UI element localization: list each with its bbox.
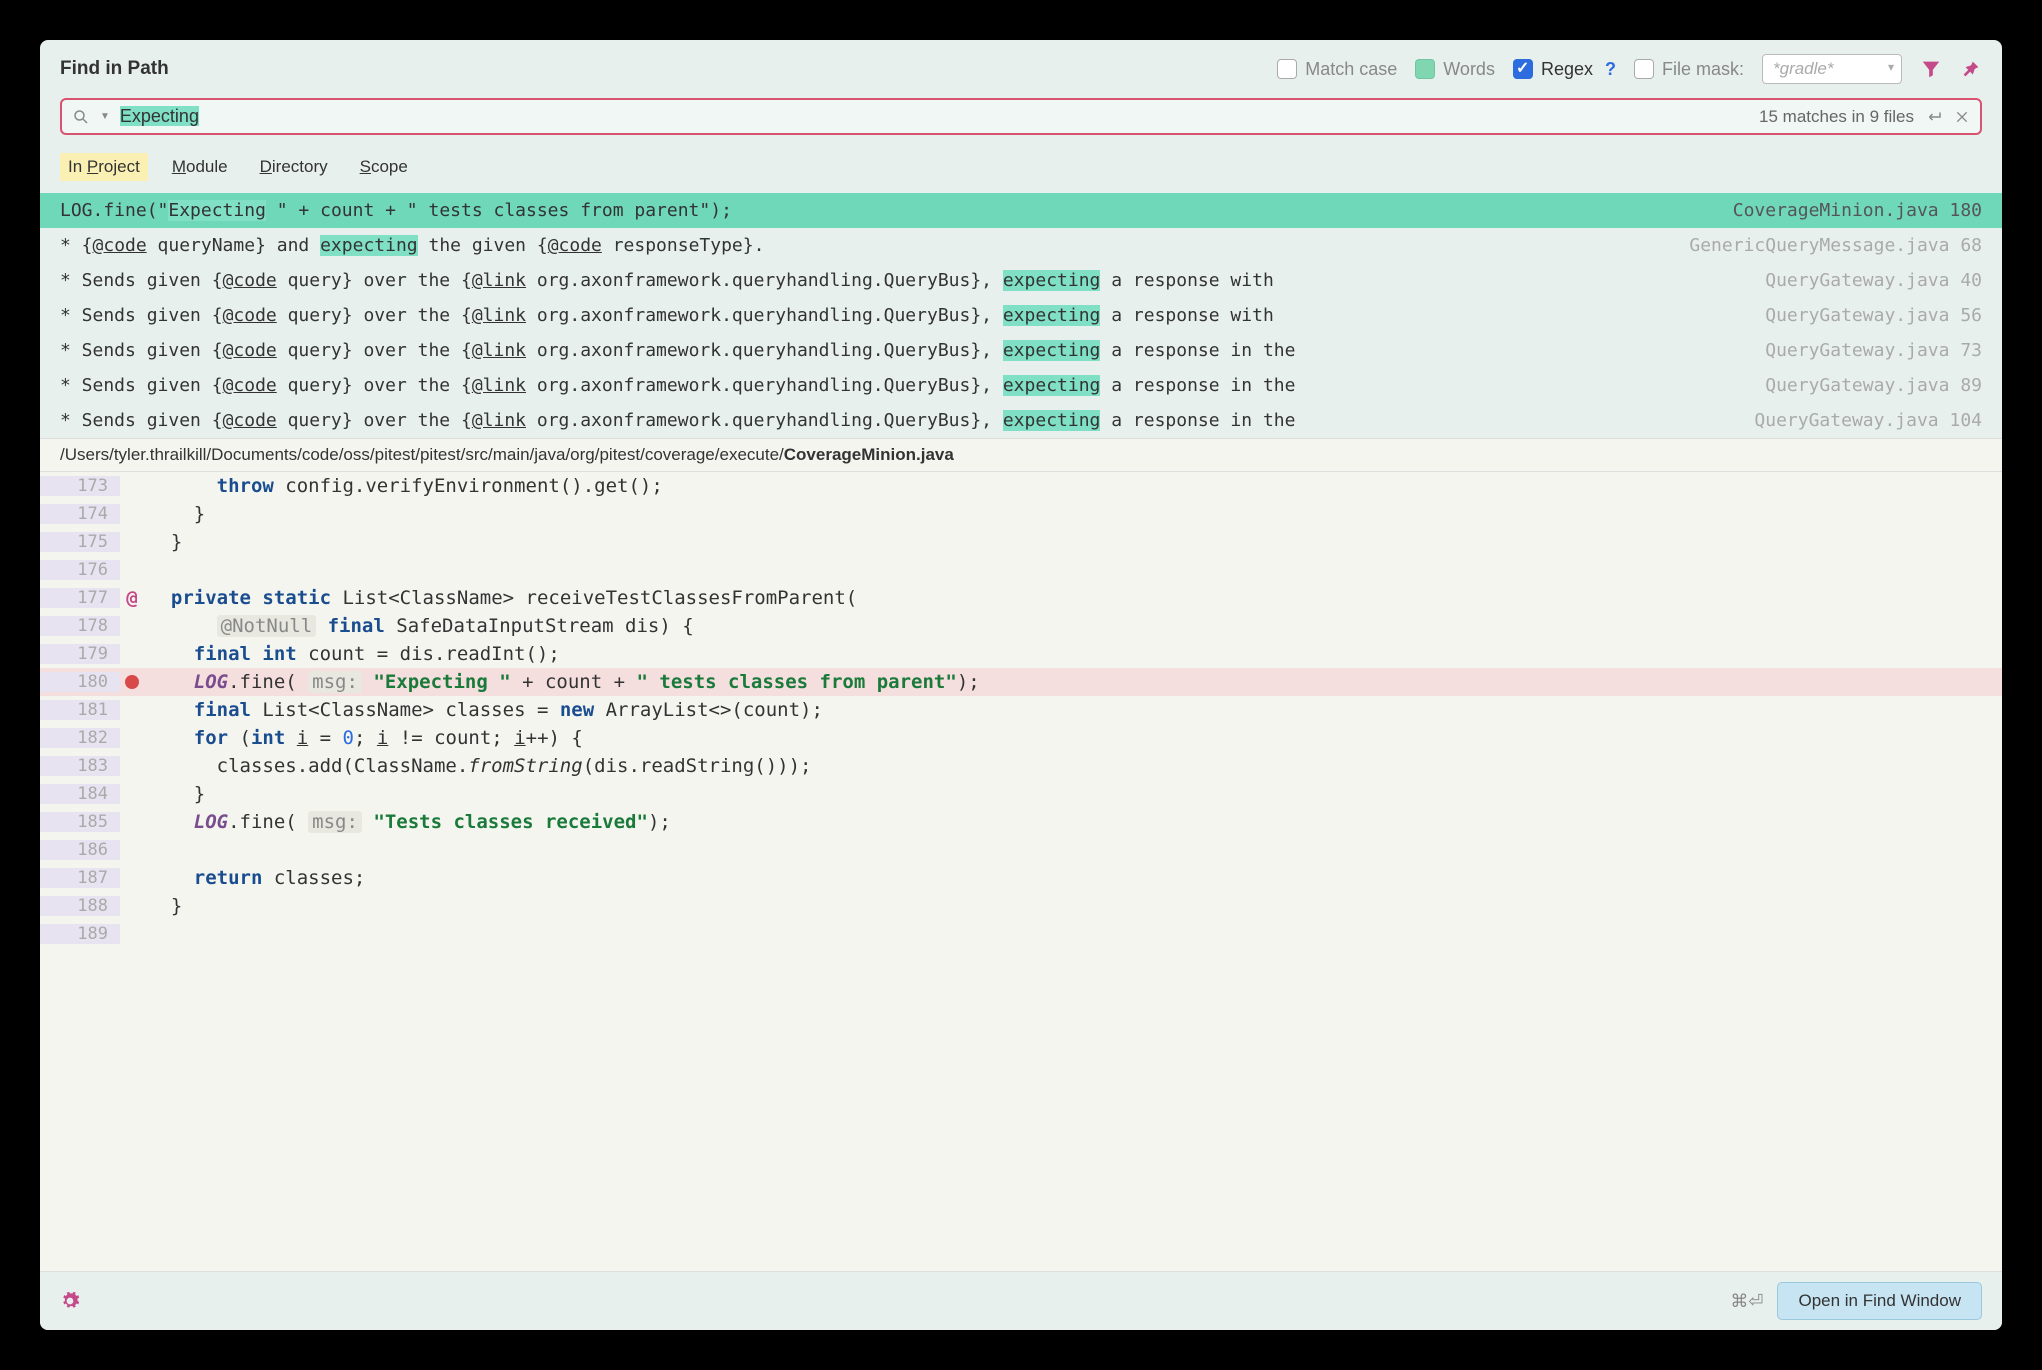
line-number: 174 bbox=[40, 504, 120, 524]
open-in-find-window-button[interactable]: Open in Find Window bbox=[1777, 1282, 1982, 1320]
code-preview[interactable]: 173 throw config.verifyEnvironment().get… bbox=[40, 472, 2002, 1271]
results-list: LOG.fine("Expecting " + count + " tests … bbox=[40, 193, 2002, 438]
line-number: 175 bbox=[40, 532, 120, 552]
file-mask-checkbox[interactable] bbox=[1634, 59, 1654, 79]
breakpoint-icon[interactable] bbox=[120, 675, 144, 689]
regex-help-icon[interactable]: ? bbox=[1605, 59, 1616, 80]
filter-icon[interactable] bbox=[1920, 58, 1942, 80]
scope-tabs: In Project Module Directory Scope bbox=[40, 145, 2002, 193]
tab-directory[interactable]: Directory bbox=[252, 153, 336, 181]
match-case-label: Match case bbox=[1305, 59, 1397, 80]
pin-icon[interactable] bbox=[1960, 58, 1982, 80]
words-option[interactable]: Words bbox=[1415, 59, 1495, 80]
tab-scope[interactable]: Scope bbox=[352, 153, 416, 181]
result-row[interactable]: * {@code queryName} and expecting the gi… bbox=[40, 228, 2002, 263]
search-field-row: ▼ Expecting 15 matches in 9 files bbox=[60, 98, 1982, 135]
result-row[interactable]: * Sends given {@code query} over the {@l… bbox=[40, 298, 2002, 333]
match-case-option[interactable]: Match case bbox=[1277, 59, 1397, 80]
line-number: 181 bbox=[40, 700, 120, 720]
settings-icon[interactable] bbox=[60, 1291, 80, 1311]
line-number: 188 bbox=[40, 896, 120, 916]
result-row[interactable]: LOG.fine("Expecting " + count + " tests … bbox=[40, 193, 2002, 228]
line-number: 177 bbox=[40, 588, 120, 608]
words-checkbox[interactable] bbox=[1415, 59, 1435, 79]
preview-file-path: /Users/tyler.thrailkill/Documents/code/o… bbox=[40, 438, 2002, 472]
file-mask-dropdown[interactable] bbox=[1762, 54, 1902, 84]
clear-icon[interactable] bbox=[1954, 109, 1970, 125]
file-mask-label: File mask: bbox=[1662, 59, 1744, 80]
result-row[interactable]: * Sends given {@code query} over the {@l… bbox=[40, 333, 2002, 368]
line-number: 187 bbox=[40, 868, 120, 888]
tab-in-project[interactable]: In Project bbox=[60, 153, 148, 181]
line-number: 180 bbox=[40, 672, 120, 692]
result-row[interactable]: * Sends given {@code query} over the {@l… bbox=[40, 368, 2002, 403]
tab-module[interactable]: Module bbox=[164, 153, 236, 181]
dialog-footer: ⌘⏎ Open in Find Window bbox=[40, 1271, 2002, 1330]
result-row[interactable]: * Sends given {@code query} over the {@l… bbox=[40, 403, 2002, 438]
regex-label: Regex bbox=[1541, 59, 1593, 80]
line-number: 179 bbox=[40, 644, 120, 664]
line-number: 185 bbox=[40, 812, 120, 832]
line-number: 178 bbox=[40, 616, 120, 636]
match-case-checkbox[interactable] bbox=[1277, 59, 1297, 79]
search-dropdown-icon[interactable]: ▼ bbox=[100, 111, 110, 122]
regex-option[interactable]: Regex ? bbox=[1513, 59, 1616, 80]
shortcut-hint: ⌘⏎ bbox=[1730, 1291, 1763, 1312]
line-number: 184 bbox=[40, 784, 120, 804]
new-line-icon[interactable] bbox=[1924, 108, 1944, 126]
line-number: 182 bbox=[40, 728, 120, 748]
line-number: 176 bbox=[40, 560, 120, 580]
dialog-title: Find in Path bbox=[60, 58, 1259, 80]
line-number: 189 bbox=[40, 924, 120, 944]
line-number: 186 bbox=[40, 840, 120, 860]
file-mask-option[interactable]: File mask: bbox=[1634, 59, 1744, 80]
words-label: Words bbox=[1443, 59, 1495, 80]
dialog-header: Find in Path Match case Words Regex ? Fi… bbox=[40, 40, 2002, 94]
result-row[interactable]: * Sends given {@code query} over the {@l… bbox=[40, 263, 2002, 298]
match-count-label: 15 matches in 9 files bbox=[1759, 107, 1914, 127]
find-in-path-dialog: Find in Path Match case Words Regex ? Fi… bbox=[40, 40, 2002, 1330]
file-mask-input[interactable] bbox=[1762, 54, 1902, 84]
line-number: 183 bbox=[40, 756, 120, 776]
override-marker-icon[interactable]: @ bbox=[120, 587, 144, 609]
line-number: 173 bbox=[40, 476, 120, 496]
search-icon[interactable] bbox=[72, 108, 90, 126]
regex-checkbox[interactable] bbox=[1513, 59, 1533, 79]
search-input[interactable]: Expecting bbox=[120, 106, 1749, 127]
